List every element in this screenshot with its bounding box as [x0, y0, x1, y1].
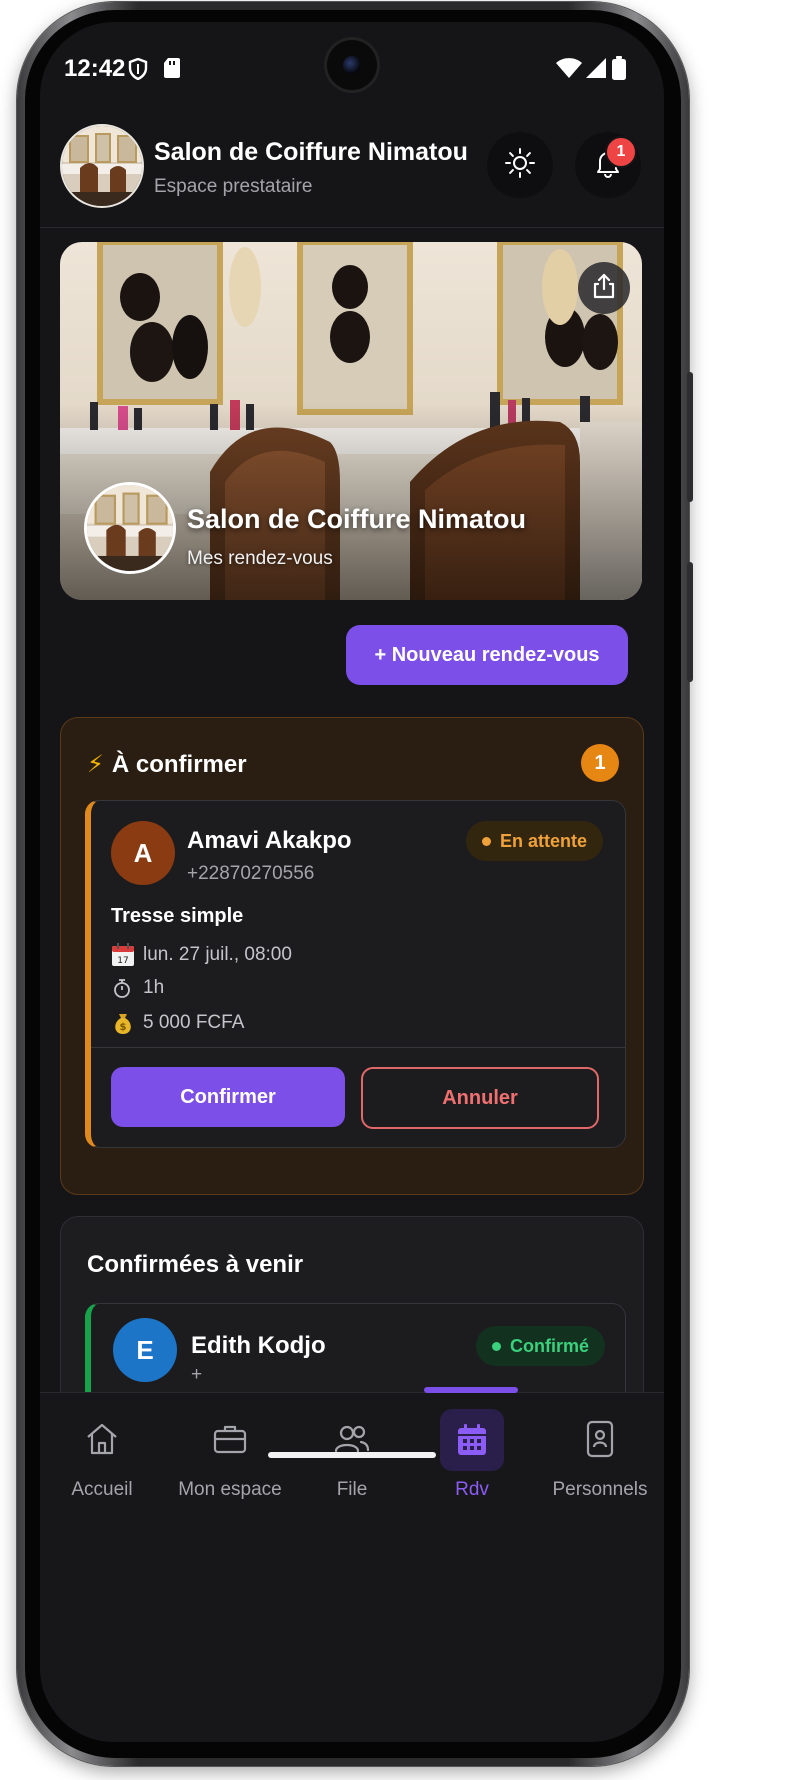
power-button — [687, 562, 693, 682]
banner-avatar — [84, 482, 176, 574]
phone-badge-icon — [578, 1417, 622, 1461]
volume-button — [687, 372, 693, 502]
calendar-icon: 17 — [111, 943, 137, 967]
calendar-icon — [440, 1409, 504, 1471]
price-row: $ 5 000 FCFA — [111, 1011, 244, 1035]
svg-text:17: 17 — [117, 956, 128, 966]
date-text: lun. 27 juil., 08:00 — [143, 944, 292, 965]
status-text: En attente — [499, 830, 587, 851]
new-appointment-button[interactable]: + Nouveau rendez-vous — [346, 625, 628, 685]
nav-item-accueil[interactable]: Accueil — [40, 1403, 164, 1503]
header-subtitle: Espace prestataire — [154, 176, 313, 197]
duration-text: 1h — [143, 977, 165, 998]
pending-count-badge: 1 — [581, 744, 619, 782]
client-phone[interactable]: + — [191, 1364, 202, 1386]
home-icon — [80, 1417, 124, 1461]
share-icon — [591, 272, 617, 305]
signal-icon — [586, 58, 606, 83]
confirm-button[interactable]: Confirmer — [111, 1067, 345, 1127]
battery-icon — [612, 56, 626, 85]
nav-label: File — [336, 1479, 368, 1500]
pending-section: ⚡ À confirmer 1 A Amavi Akakpo +228702705… — [60, 717, 644, 1195]
status-dot — [491, 1341, 501, 1351]
nav-label: Accueil — [71, 1479, 133, 1500]
appointment-card[interactable]: A Amavi Akakpo +22870270556 En attente T… — [85, 800, 626, 1148]
status-dot — [481, 836, 491, 846]
sun-icon — [504, 147, 536, 184]
status-badge: En attente — [465, 821, 603, 861]
client-name: Amavi Akakpo — [187, 827, 352, 854]
price-text: 5 000 FCFA — [143, 1012, 245, 1033]
wifi-icon — [556, 58, 582, 83]
client-avatar: A — [111, 821, 175, 885]
svg-text:$: $ — [120, 1022, 127, 1033]
active-tab-indicator — [424, 1387, 518, 1393]
sd-card-icon — [164, 58, 180, 83]
pending-section-title: ⚡ À confirmer — [87, 750, 247, 779]
home-indicator[interactable] — [268, 1452, 436, 1458]
notification-badge: 1 — [605, 136, 637, 168]
nav-label: Mon espace — [178, 1479, 282, 1500]
client-name: Edith Kodjo — [191, 1332, 326, 1359]
salon-avatar[interactable] — [60, 124, 144, 208]
service-name: Tresse simple — [111, 905, 244, 927]
money-bag-icon: $ — [111, 1011, 137, 1035]
app-screen: 12:42 Salon de Coiffure Nimatou Espace p… — [40, 22, 664, 1742]
app-header: Salon de Coiffure Nimatou Espace prestat… — [40, 118, 664, 228]
status-text: Confirmé — [509, 1335, 589, 1356]
client-phone[interactable]: +22870270556 — [187, 863, 314, 885]
duration-row: 1h — [111, 977, 164, 999]
header-divider — [40, 227, 664, 228]
cancel-button[interactable]: Annuler — [361, 1067, 599, 1129]
status-badge: Confirmé — [475, 1326, 605, 1366]
bottom-navigation: Accueil Mon espace File Rdv Personnels — [40, 1387, 664, 1742]
front-camera — [327, 40, 377, 90]
briefcase-icon — [208, 1417, 252, 1461]
salon-name: Salon de Coiffure Nimatou — [154, 138, 468, 166]
banner-title: Salon de Coiffure Nimatou — [187, 504, 527, 534]
client-avatar: E — [113, 1318, 177, 1382]
status-bar: 12:42 — [40, 22, 664, 102]
status-time: 12:42 — [64, 55, 126, 82]
card-divider — [91, 1047, 625, 1048]
banner-subtitle: Mes rendez-vous — [187, 548, 333, 569]
salon-banner: Salon de Coiffure Nimatou Mes rendez-vou… — [60, 242, 642, 600]
pending-title-text: À confirmer — [111, 751, 247, 778]
shield-icon — [128, 57, 148, 85]
confirmed-section-title: Confirmées à venir — [87, 1251, 304, 1278]
stopwatch-icon — [111, 977, 137, 999]
share-button[interactable] — [578, 262, 630, 314]
lightning-icon: ⚡ — [87, 751, 104, 778]
date-row: 17 lun. 27 juil., 08:00 — [111, 943, 292, 967]
theme-toggle-button[interactable] — [487, 132, 553, 198]
nav-label: Rdv — [455, 1479, 489, 1500]
nav-item-personnels[interactable]: Personnels — [538, 1403, 662, 1503]
notifications-button[interactable]: 1 — [575, 132, 641, 198]
nav-label: Personnels — [552, 1479, 648, 1500]
